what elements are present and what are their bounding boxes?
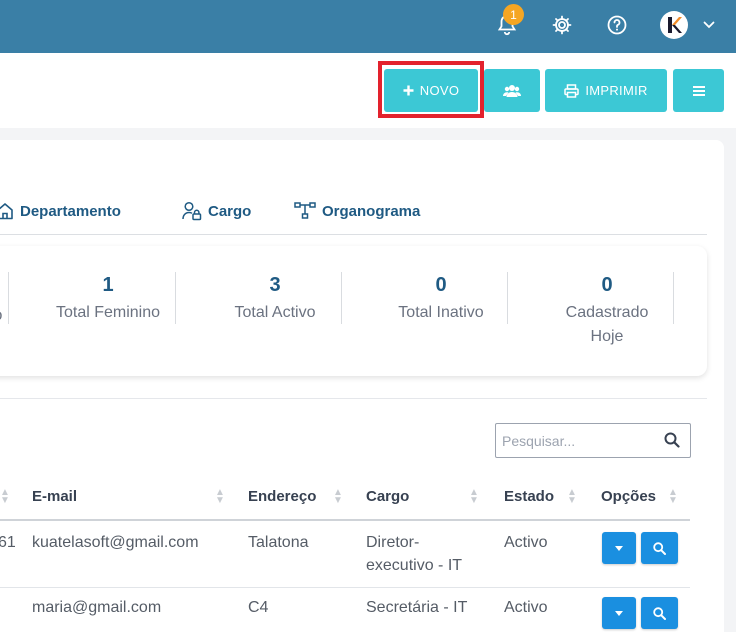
tab-cargo[interactable]: Cargo (182, 198, 251, 224)
stat-label: Total Feminino (55, 304, 161, 321)
tab-departamento-label: Departamento (20, 202, 121, 220)
tab-departamento[interactable]: Departamento (0, 198, 121, 224)
sort-icon[interactable]: ▲ ▼ (215, 488, 225, 506)
table-cell-partial: 61 (0, 534, 16, 551)
user-avatar[interactable] (660, 11, 688, 39)
search-icon (653, 606, 666, 620)
table-cell-cargo-line1: Diretor- (366, 534, 420, 551)
dropdown-button[interactable] (602, 532, 636, 564)
users-icon (503, 84, 521, 97)
table-cell-email: kuatelasoft@gmail.com (32, 534, 199, 551)
view-button[interactable] (641, 597, 678, 629)
stat-value: 1 (102, 274, 114, 296)
sort-icon[interactable]: ▲ ▼ (668, 488, 678, 506)
stat-separator (673, 272, 674, 324)
tab-divider (0, 234, 707, 235)
stat-label: Total Activo (234, 304, 316, 321)
search-icon (653, 541, 666, 555)
table-cell-cargo-line2: executivo - IT (366, 557, 463, 574)
sort-icon[interactable]: ▲ ▼ (567, 488, 577, 506)
sort-icon[interactable]: ▲ ▼ (333, 488, 343, 506)
sort-icon[interactable]: ▲ ▼ (0, 488, 10, 506)
print-button[interactable]: IMPRIMIR (545, 69, 667, 112)
stat-label-line2: Hoje (590, 328, 624, 345)
table-cell-address: C4 (248, 599, 269, 616)
stat-cadastrado-hoje: 0 Cadastrado Hoje (542, 274, 672, 349)
stat-separator (341, 272, 342, 324)
stat-separator (175, 272, 176, 324)
users-button[interactable] (484, 69, 540, 112)
caret-down-icon (615, 610, 623, 616)
stat-label-line1: Cadastrado (565, 304, 649, 321)
view-button[interactable] (641, 532, 678, 564)
table-cell-cargo-line1: Secretária - IT (366, 599, 468, 616)
menu-button[interactable] (673, 69, 724, 112)
gear-icon[interactable] (549, 12, 575, 38)
print-button-label: IMPRIMIR (585, 83, 648, 98)
caret-down-icon (615, 545, 623, 551)
stat-total-activo: 3 Total Activo (210, 274, 340, 325)
help-icon[interactable] (604, 12, 630, 38)
stat-partial: o (0, 300, 8, 328)
column-header-email[interactable]: E-mail (32, 488, 77, 505)
tab-cargo-label: Cargo (208, 202, 252, 220)
search-input[interactable] (496, 424, 656, 457)
stat-separator (507, 272, 508, 324)
section-divider (0, 398, 707, 399)
user-lock-icon (182, 201, 202, 221)
table-cell-estado: Activo (504, 599, 548, 616)
dropdown-button[interactable] (602, 597, 636, 629)
column-header-estado[interactable]: Estado (504, 488, 554, 505)
stat-total-inativo: 0 Total Inativo (376, 274, 506, 325)
hamburger-icon (692, 85, 705, 96)
stat-value: 0 (601, 274, 613, 296)
table-header-divider (0, 519, 690, 521)
stat-total-feminino: 1 Total Feminino (43, 274, 173, 325)
highlight-box (378, 61, 484, 118)
stat-value: 3 (269, 274, 281, 296)
tab-organograma[interactable]: Organograma (294, 198, 420, 224)
sort-icon[interactable]: ▲ ▼ (469, 488, 479, 506)
search-box (495, 423, 691, 458)
stat-separator (8, 272, 9, 324)
table-row-divider (0, 587, 690, 588)
chevron-down-icon[interactable] (696, 12, 722, 38)
tab-organograma-label: Organograma (322, 202, 421, 220)
stat-value: 0 (435, 274, 447, 296)
table-cell-address: Talatona (248, 534, 309, 551)
printer-icon (564, 83, 580, 98)
stat-label: Total Inativo (398, 304, 484, 321)
notification-badge: 1 (503, 4, 524, 25)
table-cell-email: maria@gmail.com (32, 599, 162, 616)
table-cell-estado: Activo (504, 534, 548, 551)
stat-partial-label: o (0, 304, 8, 328)
home-icon (0, 203, 13, 220)
column-header-endereco[interactable]: Endereço (248, 488, 316, 505)
search-icon[interactable] (664, 432, 680, 453)
column-header-cargo[interactable]: Cargo (366, 488, 409, 505)
column-header-opcoes[interactable]: Opções (601, 488, 656, 505)
sitemap-icon (294, 202, 316, 219)
